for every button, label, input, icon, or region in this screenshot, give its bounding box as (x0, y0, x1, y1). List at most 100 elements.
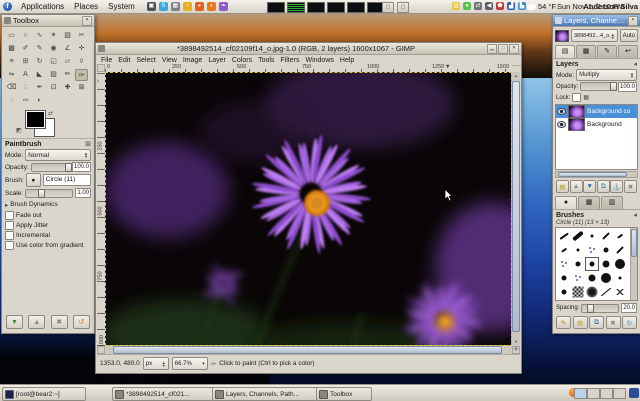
layer-mode-select[interactable]: Multiply ▲▼ (576, 69, 637, 81)
brush-grid-scrollbar[interactable] (630, 228, 637, 300)
layer-row[interactable]: Background (556, 118, 637, 131)
tool-clone-icon[interactable]: ⊡ (47, 82, 60, 94)
monitor-applet[interactable] (347, 2, 365, 13)
brush-thumbnail[interactable] (613, 285, 627, 299)
tool-ellipse-select-icon[interactable]: ○ (19, 30, 32, 42)
brush-thumbnail[interactable] (613, 271, 627, 285)
tool-blur-sharpen-icon[interactable]: ◌ (5, 95, 18, 107)
tab-menu-icon[interactable]: ◂ (633, 60, 637, 68)
tool-bucket-fill-icon[interactable]: ◣ (33, 69, 46, 81)
tool-free-select-icon[interactable]: ∿ (33, 30, 46, 42)
tool-paths-icon[interactable]: ✐ (19, 43, 32, 55)
chat-icon[interactable]: ❧ (219, 2, 228, 11)
refresh-brushes-button[interactable]: ↻ (622, 316, 637, 329)
tab-gradients[interactable]: ▥ (601, 196, 623, 209)
edit-brush-button[interactable]: ✎ (556, 316, 571, 329)
brush-thumbnail-selected[interactable] (585, 257, 599, 271)
swap-colors-icon[interactable]: ⇄ (48, 110, 53, 117)
notes-tray-icon[interactable]: ▤ (452, 2, 460, 10)
menu-layer[interactable]: Layer (205, 57, 229, 64)
weather-applet[interactable]: 54 °F (527, 0, 556, 13)
tool-ink-icon[interactable]: ✒ (33, 82, 46, 94)
auto-button[interactable]: Auto (620, 29, 638, 42)
visibility-eye-icon[interactable] (557, 108, 566, 115)
checkbox-use-color-from-gradient[interactable] (5, 241, 14, 250)
brush-thumbnail[interactable] (571, 285, 585, 299)
duplicate-layer-button[interactable]: ⧉ (597, 180, 610, 193)
layer-list-scrollbar[interactable] (555, 171, 638, 178)
taskbar-item[interactable]: Toolbox (316, 387, 372, 401)
layers-titlebar[interactable]: Layers, Channels, Pa ✕ (553, 15, 640, 27)
visibility-eye-icon[interactable] (557, 121, 566, 128)
distro-menu-icon[interactable]: f (3, 2, 12, 11)
navigation-button[interactable]: ✛ (512, 346, 520, 354)
layer-opacity-value[interactable]: 100.0 (618, 82, 637, 92)
checkbox-apply-jitter[interactable] (5, 221, 14, 230)
volume-tray-icon[interactable]: ◀ (485, 2, 493, 10)
delete-options-button[interactable]: ✖ (51, 315, 68, 329)
brush-thumbnail[interactable] (613, 243, 627, 257)
brush-thumbnail[interactable] (571, 257, 585, 271)
tool-color-picker-icon[interactable]: ✎ (33, 43, 46, 55)
quickmask-toggle[interactable] (97, 346, 105, 354)
tool-crop-icon[interactable]: ⊞ (19, 56, 32, 68)
monitor-applet[interactable] (267, 2, 285, 13)
trash-icon[interactable] (629, 388, 639, 398)
brush-thumbnail[interactable] (557, 243, 571, 257)
presence-tray-icon[interactable]: ● (463, 2, 471, 10)
skype-icon[interactable]: S (159, 2, 168, 11)
chrome-icon[interactable]: ◔ (183, 2, 192, 11)
window-control-icon[interactable]: ✕ (509, 44, 519, 54)
tool-perspective-clone-icon[interactable]: ⊠ (75, 82, 88, 94)
new-brush-button[interactable]: ▤ (573, 316, 588, 329)
spacing-value[interactable]: 20.0 (621, 303, 637, 313)
scale-value[interactable]: 1.00 (75, 188, 91, 198)
menu-places[interactable]: Places (74, 2, 98, 11)
tool-align-icon[interactable]: ≡ (5, 56, 18, 68)
tool-text-icon[interactable]: A (19, 69, 32, 81)
dock-menu-icon[interactable]: ⊠ (85, 140, 91, 148)
brush-name-entry[interactable]: Circle (11) (43, 174, 91, 186)
tool-perspective-icon[interactable]: ◊ (75, 56, 88, 68)
foreground-color-swatch[interactable] (26, 111, 45, 128)
tab-undo-history[interactable]: ↩ (618, 45, 638, 58)
tool-heal-icon[interactable]: ✚ (61, 82, 74, 94)
layer-opacity-slider[interactable] (580, 82, 616, 91)
file-manager-icon[interactable]: ▣ (147, 2, 156, 11)
tool-foreground-select-icon[interactable]: ▩ (5, 43, 18, 55)
scale-slider[interactable] (25, 189, 73, 198)
signal-tray-icon[interactable]: ▟ (507, 2, 515, 10)
unit-select[interactable]: px ▲▼ (143, 357, 169, 370)
restore-options-button[interactable]: ▲ (28, 315, 45, 329)
menu-applications[interactable]: Applications (21, 2, 64, 11)
tool-move-icon[interactable]: ✛ (75, 43, 88, 55)
brush-thumbnail[interactable] (571, 243, 585, 257)
tool-scissors-select-icon[interactable]: ✂ (75, 30, 88, 42)
tab-paths[interactable]: ✎ (597, 45, 617, 58)
vertical-scrollbar[interactable]: ▲ ▼ (511, 72, 520, 346)
tool-rotate-icon[interactable]: ↻ (33, 56, 46, 68)
tool-fuzzy-select-icon[interactable]: ✶ (47, 30, 60, 42)
taskbar-item[interactable]: [root@bear2:~] (2, 387, 86, 401)
user-menu[interactable]: Anderson Silva (583, 0, 638, 13)
tool-scale-icon[interactable]: ◱ (47, 56, 60, 68)
menu-filters[interactable]: Filters (277, 57, 302, 64)
brush-thumbnail[interactable] (585, 271, 599, 285)
tool-dodge-burn-icon[interactable]: ◐ (33, 95, 46, 107)
taskbar-item[interactable]: *3898492514_cf021... (112, 387, 214, 401)
brush-preview-button[interactable]: ● (26, 173, 41, 187)
tool-eraser-icon[interactable]: ⌫ (5, 82, 18, 94)
image-window-titlebar[interactable]: *3898492514_cf02109f14_o.jpg-1.0 (RGB, 2… (96, 43, 521, 55)
image-menu-select[interactable]: 3898492...4_o.jpg-1 ▲▼ (571, 29, 618, 42)
brush-thumbnail[interactable] (571, 271, 585, 285)
scroll-up-icon[interactable]: ▲ (512, 72, 520, 80)
menu-image[interactable]: Image (180, 57, 205, 64)
layer-row[interactable]: Background co (556, 105, 637, 118)
save-options-button[interactable]: ▼ (6, 315, 23, 329)
checkbox-fade-out[interactable] (5, 211, 14, 220)
menu-file[interactable]: File (98, 57, 115, 64)
toolbox-titlebar[interactable]: Toolbox ✕ (2, 15, 94, 27)
tool-zoom-icon[interactable]: ◉ (47, 43, 60, 55)
tool-shear-icon[interactable]: ▱ (61, 56, 74, 68)
window-control-icon[interactable]: □ (498, 44, 508, 54)
